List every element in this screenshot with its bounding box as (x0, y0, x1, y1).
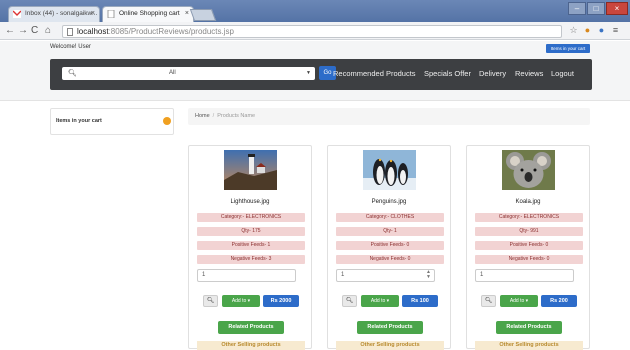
url-host: localhost (77, 27, 109, 36)
category-selected: All (169, 70, 176, 76)
product-image-penguins[interactable] (363, 150, 416, 190)
browser-tab-gmail[interactable]: Inbox (44) - sonalgaikw... × (8, 6, 100, 22)
product-card: Koala.jpg Category:- ELECTRONICS Qty- 99… (466, 145, 590, 350)
quantity-input[interactable]: 1 (197, 269, 296, 282)
quantity-label: Qty- 1 (336, 227, 444, 236)
product-name: Penguins.jpg (371, 199, 407, 205)
extension-icon[interactable]: ● (582, 25, 593, 36)
star-icon[interactable]: ☆ (568, 25, 579, 36)
search-icon: 🔍︎ (68, 70, 77, 77)
negative-feeds-label: Negative Feeds- 0 (475, 255, 583, 264)
chevron-down-icon: ▼ (306, 70, 311, 76)
quantity-value: 1 (480, 272, 484, 278)
product-name: Lighthouse.jpg (230, 199, 270, 205)
search-icon: 🔍︎ (345, 298, 354, 304)
cart-icon: ▾ (247, 298, 251, 304)
cart-icon: ▾ (386, 298, 390, 304)
zoom-button[interactable]: 🔍︎ (203, 295, 218, 307)
forward-icon[interactable]: → (18, 25, 28, 37)
cart-sidebar-panel[interactable]: Items in your cart (50, 108, 174, 135)
product-name: Koala.jpg (515, 199, 541, 205)
browser-toolbar: ← → C ⌂ localhost:8085/ProductReviews/pr… (0, 22, 630, 40)
category-select[interactable]: All ▼ (165, 67, 315, 80)
welcome-text: Welcome! User (50, 44, 91, 50)
settings-icon[interactable]: ≡ (610, 25, 621, 36)
search-icon: 🔍︎ (484, 298, 493, 304)
product-image-koala[interactable] (502, 150, 555, 190)
breadcrumb-current: Products Name (217, 113, 256, 119)
related-products-button[interactable]: Related Products (496, 321, 562, 334)
gmail-icon (13, 10, 21, 18)
price-button[interactable]: Rs 200 (541, 295, 577, 307)
address-bar[interactable]: localhost:8085/ProductReviews/products.j… (62, 25, 562, 38)
quantity-value: 1 (202, 272, 206, 278)
nav-logout[interactable]: Logout (551, 69, 574, 78)
breadcrumb-home[interactable]: Home (195, 113, 210, 119)
negative-feeds-label: Negative Feeds- 0 (336, 255, 444, 264)
quantity-input[interactable]: 1 (475, 269, 574, 282)
add-to-cart-button[interactable]: Add to ▾ (361, 295, 399, 307)
close-icon[interactable]: × (91, 7, 95, 21)
reload-icon[interactable]: C (31, 25, 38, 37)
browser-titlebar: Inbox (44) - sonalgaikw... × Online Shop… (0, 0, 630, 22)
nav-reviews[interactable]: Reviews (515, 69, 543, 78)
items-in-cart-button[interactable]: Items in your cart (546, 44, 590, 53)
product-card: Penguins.jpg Category:- CLOTHES Qty- 1 P… (327, 145, 451, 350)
header: Welcome! User Items in your cart 🔍︎ All … (0, 41, 630, 101)
positive-feeds-label: Positive Feeds- 0 (475, 241, 583, 250)
category-label: Category:- CLOTHES (336, 213, 444, 222)
product-card: Lighthouse.jpg Category:- ELECTRONICS Qt… (188, 145, 312, 350)
extension-icon-2[interactable]: ● (596, 25, 607, 36)
nav-recommended-products[interactable]: Recommended Products (333, 69, 416, 78)
back-icon[interactable]: ← (5, 25, 15, 37)
page-icon (107, 10, 115, 18)
page-icon (67, 28, 73, 36)
home-icon[interactable]: ⌂ (45, 25, 51, 37)
related-products-button[interactable]: Related Products (357, 321, 423, 334)
cart-count-badge (163, 117, 171, 125)
search-icon: 🔍︎ (206, 298, 215, 304)
tab-label: Inbox (44) - sonalgaikw... (25, 10, 98, 17)
quantity-value: 1 (341, 272, 345, 278)
stepper-icon[interactable]: ▲ ▼ (426, 270, 431, 280)
nav-delivery[interactable]: Delivery (479, 69, 506, 78)
related-products-button[interactable]: Related Products (218, 321, 284, 334)
add-to-label: Add to (370, 298, 386, 304)
nav-specials-offer[interactable]: Specials Offer (424, 69, 471, 78)
cart-label: Items in your cart (56, 118, 102, 124)
zoom-button[interactable]: 🔍︎ (481, 295, 496, 307)
price-button[interactable]: Rs 2000 (263, 295, 299, 307)
cart-icon: ▾ (525, 298, 529, 304)
add-to-label: Add to (231, 298, 247, 304)
product-image-lighthouse[interactable] (224, 150, 277, 190)
positive-feeds-label: Positive Feeds- 1 (197, 241, 305, 250)
quantity-label: Qty- 991 (475, 227, 583, 236)
category-label: Category:- ELECTRONICS (197, 213, 305, 222)
minimize-button[interactable]: – (568, 2, 586, 15)
main-navbar: 🔍︎ All ▼ Go Recommended Products Special… (50, 59, 592, 90)
browser-tab-shopping[interactable]: Online Shopping cart × (102, 6, 194, 22)
zoom-button[interactable]: 🔍︎ (342, 295, 357, 307)
maximize-button[interactable]: □ (587, 2, 605, 15)
negative-feeds-label: Negative Feeds- 3 (197, 255, 305, 264)
add-to-cart-button[interactable]: Add to ▾ (500, 295, 538, 307)
price-button[interactable]: Rs 100 (402, 295, 438, 307)
breadcrumb: Home / Products Name (188, 108, 590, 125)
add-to-label: Add to (509, 298, 525, 304)
new-tab-button[interactable] (189, 9, 217, 21)
positive-feeds-label: Positive Feeds- 0 (336, 241, 444, 250)
add-to-cart-button[interactable]: Add to ▾ (222, 295, 260, 307)
category-label: Category:- ELECTRONICS (475, 213, 583, 222)
close-icon[interactable]: × (185, 7, 189, 21)
url-path: :8085/ProductReviews/products.jsp (108, 27, 234, 36)
close-window-button[interactable]: × (606, 2, 628, 15)
quantity-input[interactable]: 1 ▲ ▼ (336, 269, 435, 282)
quantity-label: Qty- 175 (197, 227, 305, 236)
page: Welcome! User Items in your cart 🔍︎ All … (0, 41, 630, 350)
tab-label: Online Shopping cart (119, 10, 180, 17)
